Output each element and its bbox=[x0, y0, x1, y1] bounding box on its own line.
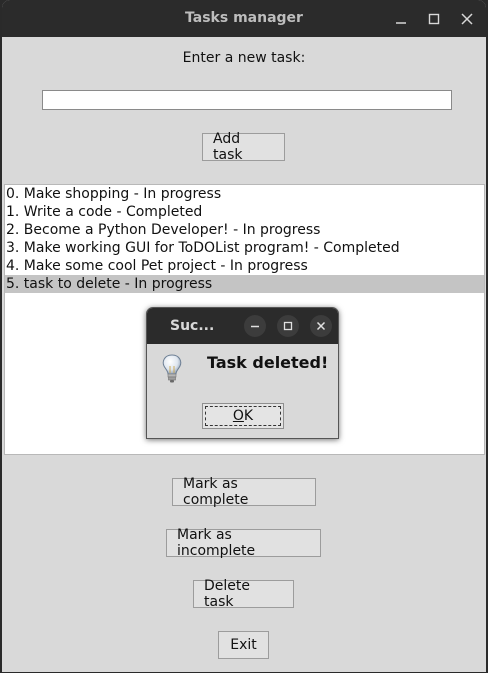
dialog-maximize-icon[interactable] bbox=[277, 315, 299, 337]
list-item[interactable]: 5. task to delete - In progress bbox=[5, 275, 484, 293]
new-task-label: Enter a new task: bbox=[182, 50, 306, 66]
ok-label-rest: K bbox=[243, 408, 254, 424]
list-item[interactable]: 3. Make working GUI for ToDOList program… bbox=[5, 239, 484, 257]
ok-button[interactable]: OK bbox=[202, 403, 284, 429]
dialog-title: Suc... bbox=[170, 318, 215, 334]
new-task-input[interactable] bbox=[42, 90, 452, 110]
dialog-close-icon[interactable] bbox=[310, 315, 332, 337]
list-item[interactable]: 1. Write a code - Completed bbox=[5, 203, 484, 221]
exit-button[interactable]: Exit bbox=[218, 631, 269, 659]
add-task-button[interactable]: Add task bbox=[202, 131, 285, 163]
success-dialog: Suc... Task deleted! O K bbox=[146, 307, 339, 439]
delete-task-button[interactable]: Delete task bbox=[193, 578, 294, 610]
list-item[interactable]: 2. Become a Python Developer! - In progr… bbox=[5, 221, 484, 239]
mark-incomplete-button[interactable]: Mark as incomplete bbox=[166, 527, 321, 559]
title-bar[interactable]: Tasks manager bbox=[2, 0, 486, 37]
dialog-title-bar[interactable]: Suc... bbox=[147, 308, 338, 344]
close-icon[interactable] bbox=[456, 8, 478, 30]
mark-complete-button[interactable]: Mark as complete bbox=[172, 476, 316, 508]
window-title: Tasks manager bbox=[185, 10, 303, 26]
dialog-message: Task deleted! bbox=[207, 353, 329, 372]
list-item[interactable]: 4. Make some cool Pet project - In progr… bbox=[5, 257, 484, 275]
minimize-icon[interactable] bbox=[390, 8, 412, 30]
list-item[interactable]: 0. Make shopping - In progress bbox=[5, 185, 484, 203]
lightbulb-icon bbox=[159, 353, 185, 389]
maximize-icon[interactable] bbox=[423, 8, 445, 30]
dialog-minimize-icon[interactable] bbox=[244, 315, 266, 337]
ok-mnemonic: O bbox=[232, 408, 244, 424]
